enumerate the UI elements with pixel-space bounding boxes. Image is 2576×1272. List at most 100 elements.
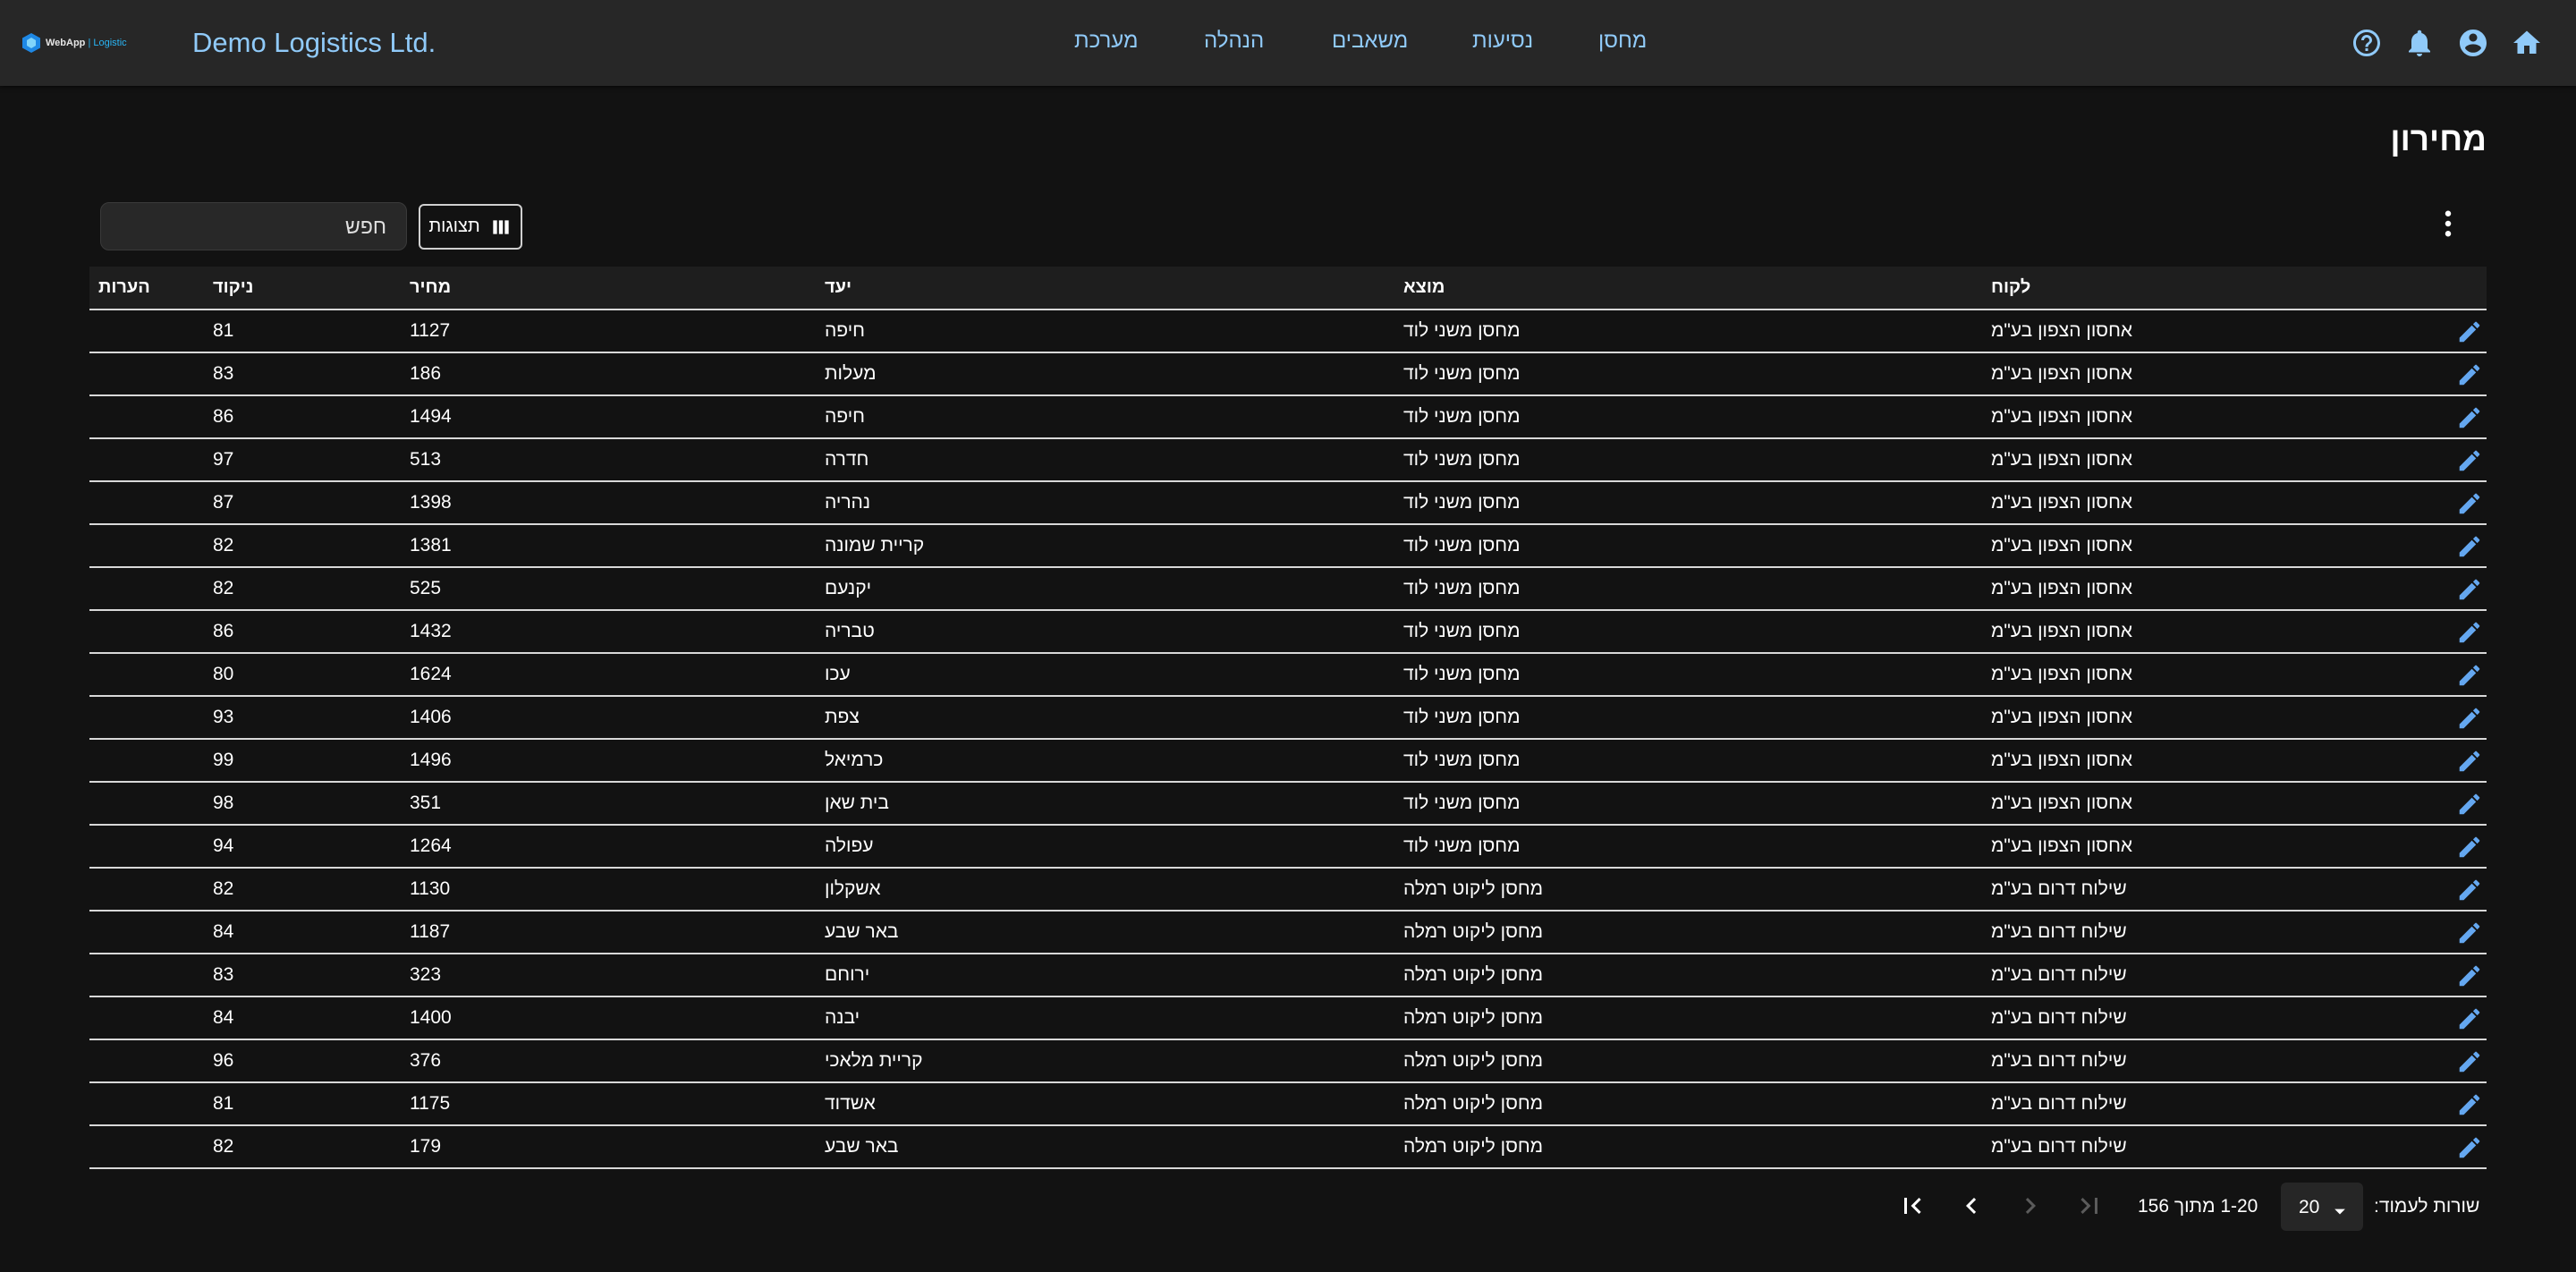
cell-points: 81: [213, 1093, 234, 1114]
cell-destination: כרמיאל: [825, 750, 884, 770]
table-row: שילוח דרום בע"מ מחסן ליקוט רמלה אשדוד 1175 8…: [89, 1083, 2487, 1126]
cell-points: 82: [213, 578, 234, 598]
cell-destination: יקנעם: [825, 578, 872, 598]
nav-resources[interactable]: משאבים: [1332, 29, 1408, 54]
edit-icon[interactable]: [2456, 533, 2483, 560]
edit-icon[interactable]: [2456, 748, 2483, 775]
edit-icon[interactable]: [2456, 1048, 2483, 1075]
help-icon[interactable]: [2351, 27, 2383, 59]
column-header-customer[interactable]: לקוח: [1991, 267, 2438, 309]
last-page-icon[interactable]: [1896, 1190, 1928, 1222]
table-row: אחסון הצפון בע"מ מחסן משני לוד עפולה 1264 94: [89, 826, 2487, 869]
cell-notes: [98, 912, 206, 953]
cell-customer: אחסון הצפון בע"מ: [1991, 320, 2133, 341]
cell-destination: מעלות: [825, 363, 877, 384]
more-vert-icon[interactable]: [2435, 206, 2462, 242]
edit-icon[interactable]: [2456, 834, 2483, 861]
cell-price: 525: [410, 578, 442, 598]
edit-icon[interactable]: [2456, 1134, 2483, 1161]
column-header-points[interactable]: ניקוד: [213, 267, 436, 309]
search-input[interactable]: [101, 214, 386, 239]
edit-icon[interactable]: [2456, 318, 2483, 345]
column-header-origin[interactable]: מוצא: [1403, 267, 1851, 309]
company-name: Demo Logistics Ltd.: [192, 27, 436, 58]
columns-button[interactable]: תצוגות: [419, 204, 522, 250]
cell-notes: [98, 525, 206, 566]
column-header-notes[interactable]: הערות: [98, 267, 206, 309]
cell-points: 82: [213, 535, 234, 555]
logo-hexagon-icon: [22, 33, 40, 53]
cell-price: 179: [410, 1136, 442, 1157]
cell-price: 1432: [410, 621, 452, 641]
edit-icon[interactable]: [2456, 877, 2483, 903]
cell-price: 1406: [410, 707, 452, 727]
search-field[interactable]: [100, 202, 407, 250]
edit-icon[interactable]: [2456, 404, 2483, 431]
bell-icon[interactable]: [2403, 27, 2436, 59]
cell-price: 1398: [410, 492, 452, 513]
cell-price: 1175: [410, 1093, 451, 1114]
cell-customer: אחסון הצפון בע"מ: [1991, 750, 2133, 770]
cell-origin: מחסן משני לוד: [1403, 578, 1521, 598]
previous-page-icon[interactable]: [2014, 1190, 2046, 1222]
cell-points: 87: [213, 492, 234, 513]
cell-notes: [98, 482, 206, 523]
cell-notes: [98, 783, 206, 824]
edit-icon[interactable]: [2456, 490, 2483, 517]
cell-destination: טבריה: [825, 621, 875, 641]
cell-price: 1264: [410, 835, 452, 856]
edit-icon[interactable]: [2456, 361, 2483, 388]
cell-destination: באר שבע: [825, 1136, 899, 1157]
edit-icon[interactable]: [2456, 662, 2483, 689]
rows-per-page-value: 20: [2299, 1197, 2320, 1217]
nav-warehouse[interactable]: מחסן: [1598, 29, 1647, 54]
cell-origin: מחסן ליקוט רמלה: [1403, 1136, 1544, 1157]
cell-points: 94: [213, 835, 234, 856]
column-header-destination[interactable]: יעד: [825, 267, 1272, 309]
cell-notes: [98, 611, 206, 652]
table-row: אחסון הצפון בע"מ מחסן משני לוד בית שאן 351 9…: [89, 783, 2487, 826]
edit-icon[interactable]: [2456, 576, 2483, 603]
nav-trips[interactable]: נסיעות: [1472, 29, 1533, 54]
cell-points: 84: [213, 921, 234, 942]
cell-destination: אשדוד: [825, 1093, 876, 1114]
account-icon[interactable]: [2457, 27, 2489, 59]
edit-icon[interactable]: [2456, 447, 2483, 474]
edit-icon[interactable]: [2456, 1005, 2483, 1032]
edit-icon[interactable]: [2456, 1091, 2483, 1118]
table-row: שילוח דרום בע"מ מחסן ליקוט רמלה באר שבע 118…: [89, 912, 2487, 954]
cell-notes: [98, 439, 206, 480]
column-header-price[interactable]: מחיר: [410, 267, 678, 309]
edit-icon[interactable]: [2456, 705, 2483, 732]
table-row: אחסון הצפון בע"מ מחסן משני לוד חדרה 513 97: [89, 439, 2487, 482]
cell-notes: [98, 1126, 206, 1167]
app-logo[interactable]: WebApp | Logistic: [21, 30, 129, 56]
edit-icon[interactable]: [2456, 962, 2483, 989]
cell-origin: מחסן משני לוד: [1403, 793, 1521, 813]
cell-notes: [98, 310, 206, 352]
cell-origin: מחסן משני לוד: [1403, 707, 1521, 727]
table-row: אחסון הצפון בע"מ מחסן משני לוד מעלות 186 83: [89, 353, 2487, 396]
cell-destination: קריית מלאכי: [825, 1050, 923, 1071]
cell-origin: מחסן משני לוד: [1403, 621, 1521, 641]
cell-price: 351: [410, 793, 442, 813]
cell-customer: אחסון הצפון בע"מ: [1991, 707, 2133, 727]
nav-management[interactable]: הנהלה: [1204, 29, 1264, 54]
rows-per-page-select[interactable]: 20: [2281, 1183, 2363, 1231]
cell-notes: [98, 1083, 206, 1124]
cell-destination: חדרה: [825, 449, 869, 470]
cell-origin: מחסן ליקוט רמלה: [1403, 921, 1544, 942]
table-row: שילוח דרום בע"מ מחסן ליקוט רמלה יבנה 1400 84: [89, 997, 2487, 1040]
edit-icon[interactable]: [2456, 920, 2483, 946]
edit-icon[interactable]: [2456, 791, 2483, 818]
next-page-icon[interactable]: [1955, 1190, 1987, 1222]
cell-notes: [98, 353, 206, 394]
edit-icon[interactable]: [2456, 619, 2483, 646]
home-icon[interactable]: [2511, 27, 2543, 59]
page-title: מחירון: [2390, 121, 2487, 157]
first-page-icon[interactable]: [2073, 1190, 2106, 1222]
cell-notes: [98, 697, 206, 738]
cell-origin: מחסן ליקוט רמלה: [1403, 964, 1544, 985]
cell-customer: שילוח דרום בע"מ: [1991, 878, 2127, 899]
nav-system[interactable]: מערכת: [1074, 29, 1139, 54]
